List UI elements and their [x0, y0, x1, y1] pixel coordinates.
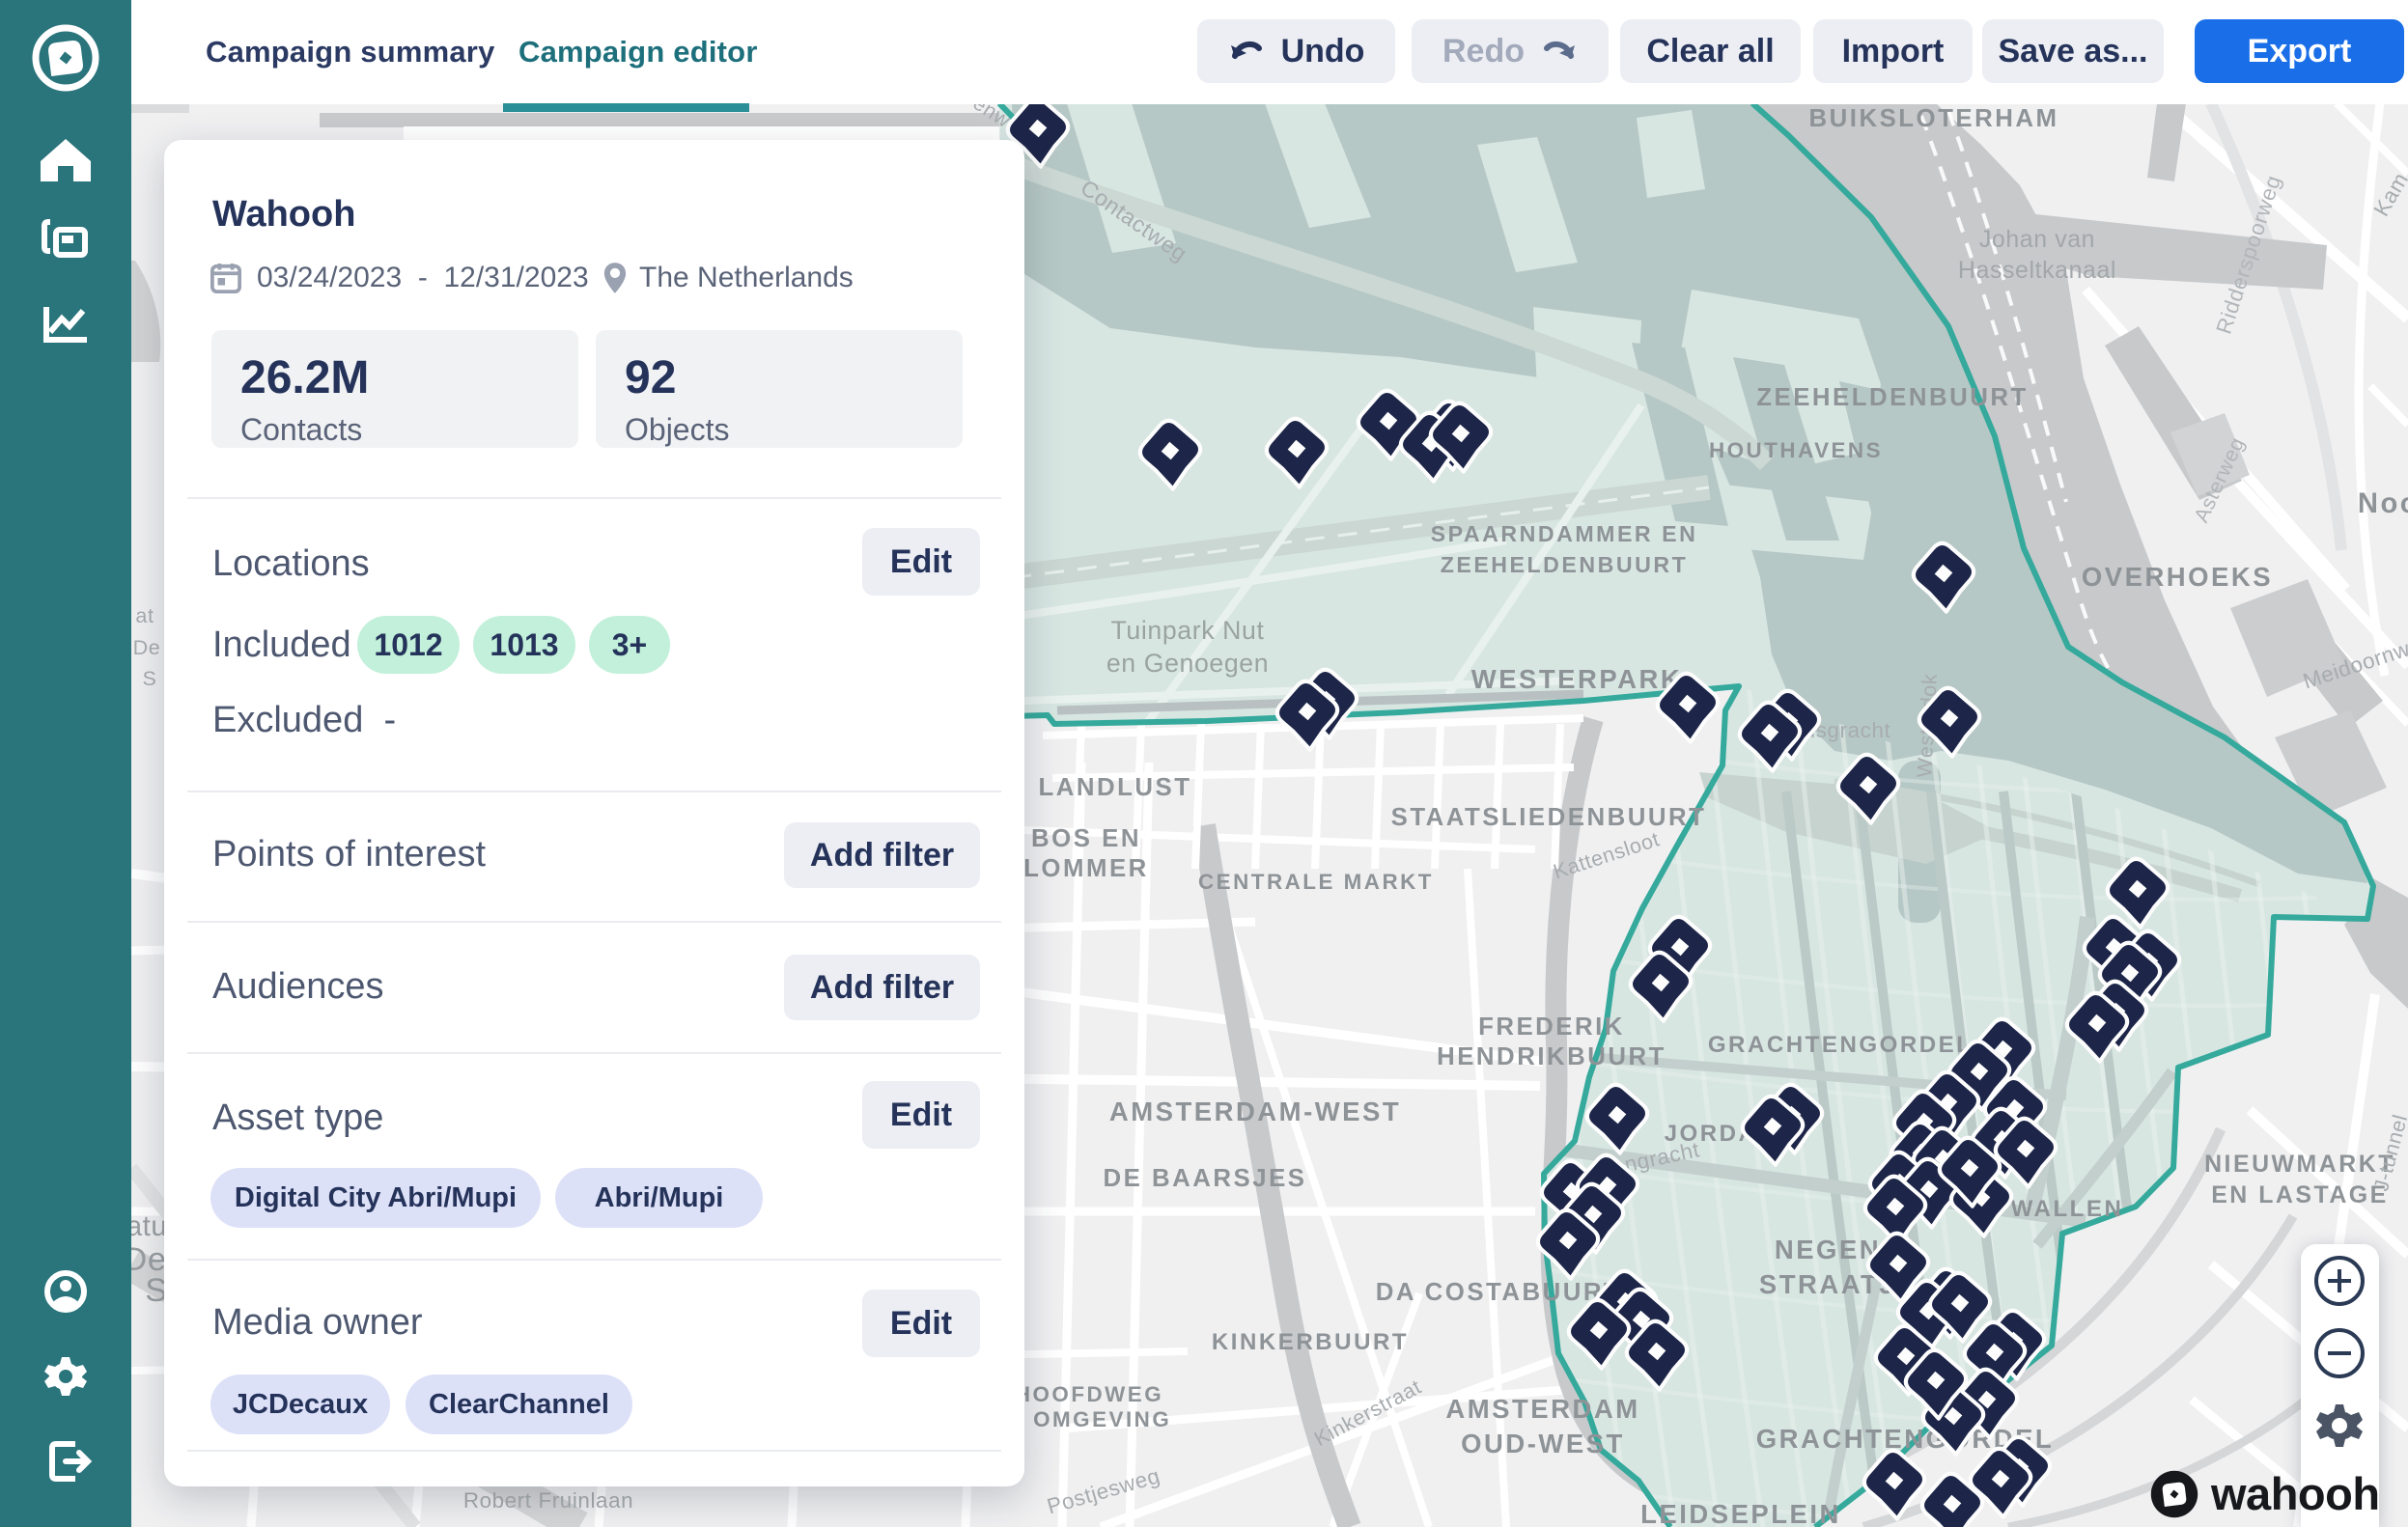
svg-text:DE BAARSJES: DE BAARSJES	[1104, 1165, 1307, 1192]
svg-text:CENTRALE MARKT: CENTRALE MARKT	[1198, 870, 1434, 894]
svg-text:N OMGEVING: N OMGEVING	[1007, 1407, 1172, 1431]
svg-text:Noo: Noo	[2358, 488, 2408, 519]
svg-text:en Genoegen: en Genoegen	[1106, 649, 1269, 678]
svg-text:atu: atu	[131, 1211, 167, 1242]
svg-text:OVERHOEKS: OVERHOEKS	[2082, 562, 2273, 592]
svg-text:HOUTHAVENS: HOUTHAVENS	[1709, 438, 1883, 462]
svg-text:AMSTERDAM-WEST: AMSTERDAM-WEST	[1109, 1097, 1401, 1126]
svg-text:ZEEHELDENBUURT: ZEEHELDENBUURT	[1441, 552, 1689, 577]
svg-text:BOS EN: BOS EN	[1031, 825, 1141, 852]
svg-text:EN LASTAGE: EN LASTAGE	[2211, 1181, 2389, 1208]
svg-text:WESTERPARK: WESTERPARK	[1471, 664, 1683, 694]
svg-text:LEIDSEPLEIN: LEIDSEPLEIN	[1640, 1499, 1841, 1527]
svg-text:LANDLUST: LANDLUST	[1039, 774, 1192, 801]
svg-text:BUIKSLOTERHAM: BUIKSLOTERHAM	[1809, 105, 2059, 132]
svg-text:S: S	[143, 667, 157, 690]
svg-text:NEGEN: NEGEN	[1775, 1235, 1881, 1264]
svg-text:STAATSLIEDENBUURT: STAATSLIEDENBUURT	[1391, 804, 1707, 831]
svg-text:Tuinpark Nut: Tuinpark Nut	[1111, 616, 1265, 645]
svg-text:DA COSTABUURT: DA COSTABUURT	[1376, 1279, 1622, 1306]
svg-text:LOMMER: LOMMER	[1023, 855, 1149, 882]
svg-text:AMSTERDAM: AMSTERDAM	[1445, 1394, 1639, 1424]
svg-text:Hasseltkanaal: Hasseltkanaal	[1958, 257, 2116, 284]
svg-text:NIEUWMARKT: NIEUWMARKT	[2204, 1151, 2395, 1178]
svg-text:SPAARNDAMMER EN: SPAARNDAMMER EN	[1431, 521, 1698, 546]
svg-text:HENDRIKBUURT: HENDRIKBUURT	[1437, 1043, 1666, 1070]
svg-text:at: at	[135, 604, 154, 627]
svg-text:Johan van: Johan van	[1979, 226, 2095, 253]
svg-text:WALLEN: WALLEN	[2011, 1196, 2124, 1222]
svg-text:HOOFDWEG: HOOFDWEG	[1015, 1382, 1163, 1406]
svg-text:KINKERBUURT: KINKERBUURT	[1212, 1329, 1409, 1355]
svg-text:ZEEHELDENBUURT: ZEEHELDENBUURT	[1756, 384, 2029, 411]
svg-text:Robert Fruinlaan: Robert Fruinlaan	[463, 1488, 633, 1513]
svg-text:FREDERIK: FREDERIK	[1478, 1013, 1625, 1041]
svg-text:OUD-WEST: OUD-WEST	[1461, 1429, 1625, 1458]
svg-text:De: De	[133, 636, 161, 659]
